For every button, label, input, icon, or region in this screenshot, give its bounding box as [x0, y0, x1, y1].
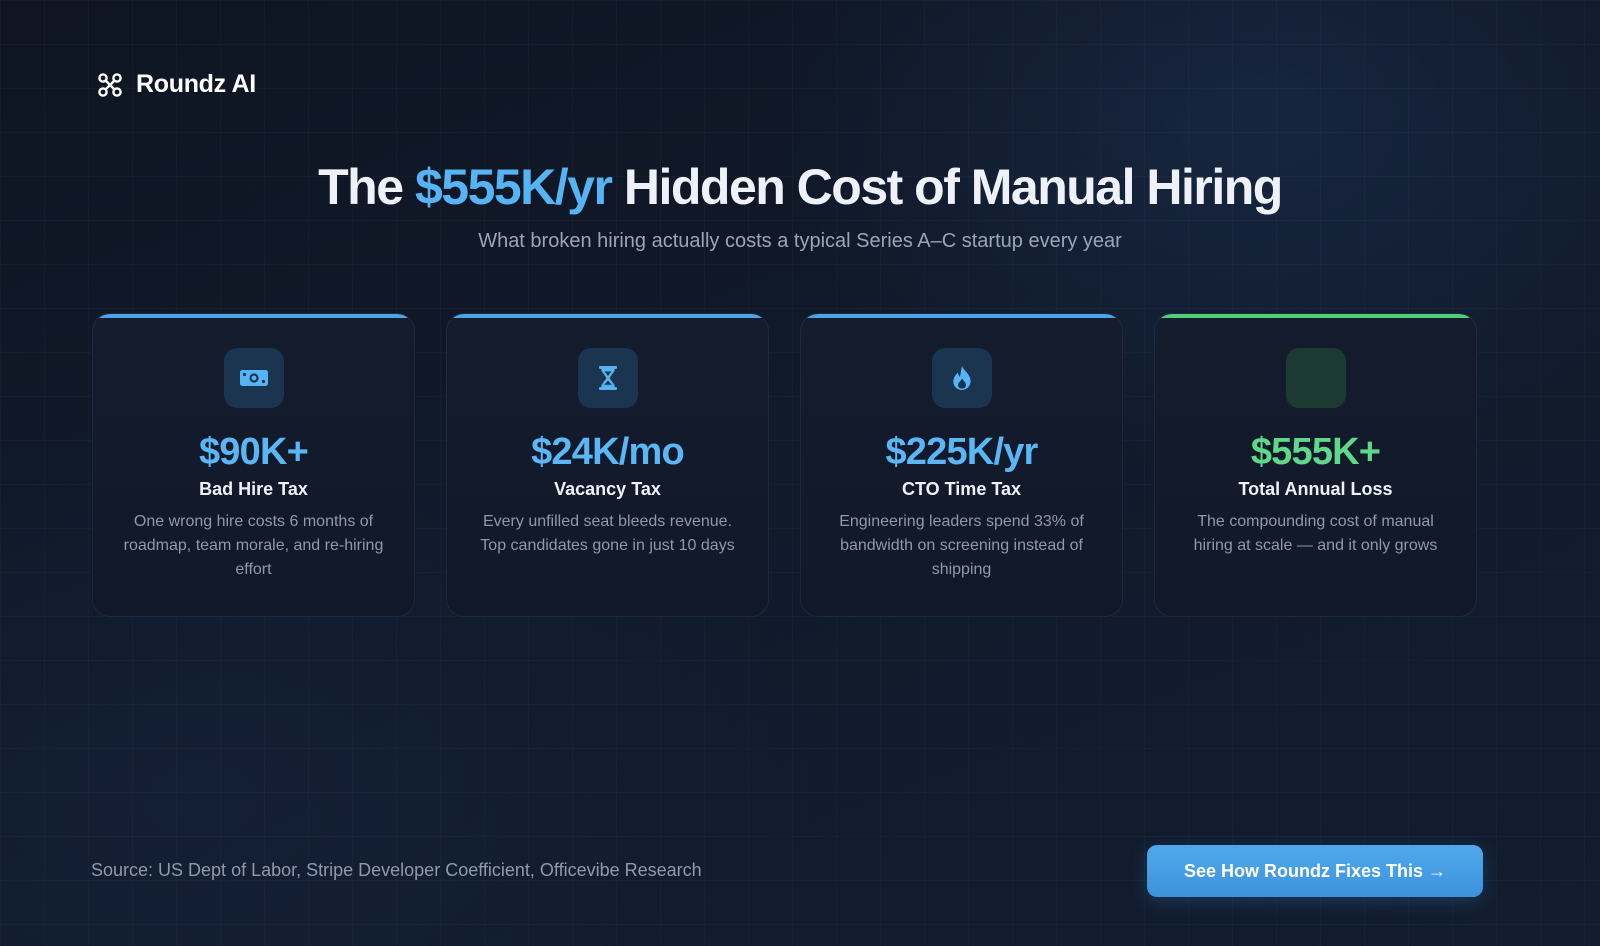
cost-card-bad-hire: $90K+ Bad Hire Tax One wrong hire costs …: [92, 313, 415, 617]
cost-cards: $90K+ Bad Hire Tax One wrong hire costs …: [92, 313, 1477, 617]
card-label: Bad Hire Tax: [199, 479, 308, 499]
brand-name: Roundz AI: [136, 70, 256, 98]
card-accent-bar: [801, 314, 1122, 318]
money-bill-icon: [239, 370, 268, 386]
page-title: The $555K/yr Hidden Cost of Manual Hirin…: [0, 158, 1600, 216]
card-accent-bar: [1155, 314, 1476, 318]
hourglass-icon: [598, 366, 617, 390]
card-label: Vacancy Tax: [554, 479, 661, 499]
card-label: CTO Time Tax: [901, 479, 1022, 499]
card-description: Engineering leaders spend 33% of bandwid…: [839, 513, 1084, 578]
command-icon: [98, 72, 122, 97]
source-note: Source: US Dept of Labor, Stripe Develop…: [91, 860, 702, 880]
card-icon-box: [577, 348, 638, 408]
card-value: $24K/mo: [531, 431, 685, 473]
card-value: $555K+: [1250, 431, 1381, 473]
cost-card-vacancy: $24K/mo Vacancy Tax Every unfilled seat …: [446, 313, 769, 617]
card-description: The compounding cost of manual hiring at…: [1193, 513, 1438, 554]
card-description: One wrong hire costs 6 months of roadmap…: [123, 513, 384, 578]
card-description: Every unfilled seat bleeds revenue. Top …: [480, 513, 735, 554]
card-accent-bar: [447, 314, 768, 318]
card-icon-box: [931, 348, 992, 408]
title-highlight: $555K/yr: [414, 159, 613, 215]
cost-card-cto-time: $225K/yr CTO Time Tax Engineering leader…: [800, 313, 1123, 617]
card-accent-bar: [93, 314, 414, 318]
brand-logo[interactable]: Roundz AI: [96, 70, 256, 99]
page-subtitle: What broken hiring actually costs a typi…: [478, 230, 1122, 252]
fire-icon: [952, 366, 971, 390]
card-label: Total Annual Loss: [1238, 479, 1393, 499]
title-prefix: The: [318, 159, 404, 215]
card-icon-box: [1285, 348, 1346, 408]
card-icon-box: [223, 348, 284, 408]
title-suffix: Hidden Cost of Manual Hiring: [623, 159, 1283, 215]
see-how-roundz-fixes-this-button[interactable]: See How Roundz Fixes This →: [1147, 845, 1483, 897]
card-value: $90K+: [198, 431, 309, 473]
cost-card-total: $555K+ Total Annual Loss The compounding…: [1154, 313, 1477, 617]
card-value: $225K/yr: [885, 431, 1038, 473]
